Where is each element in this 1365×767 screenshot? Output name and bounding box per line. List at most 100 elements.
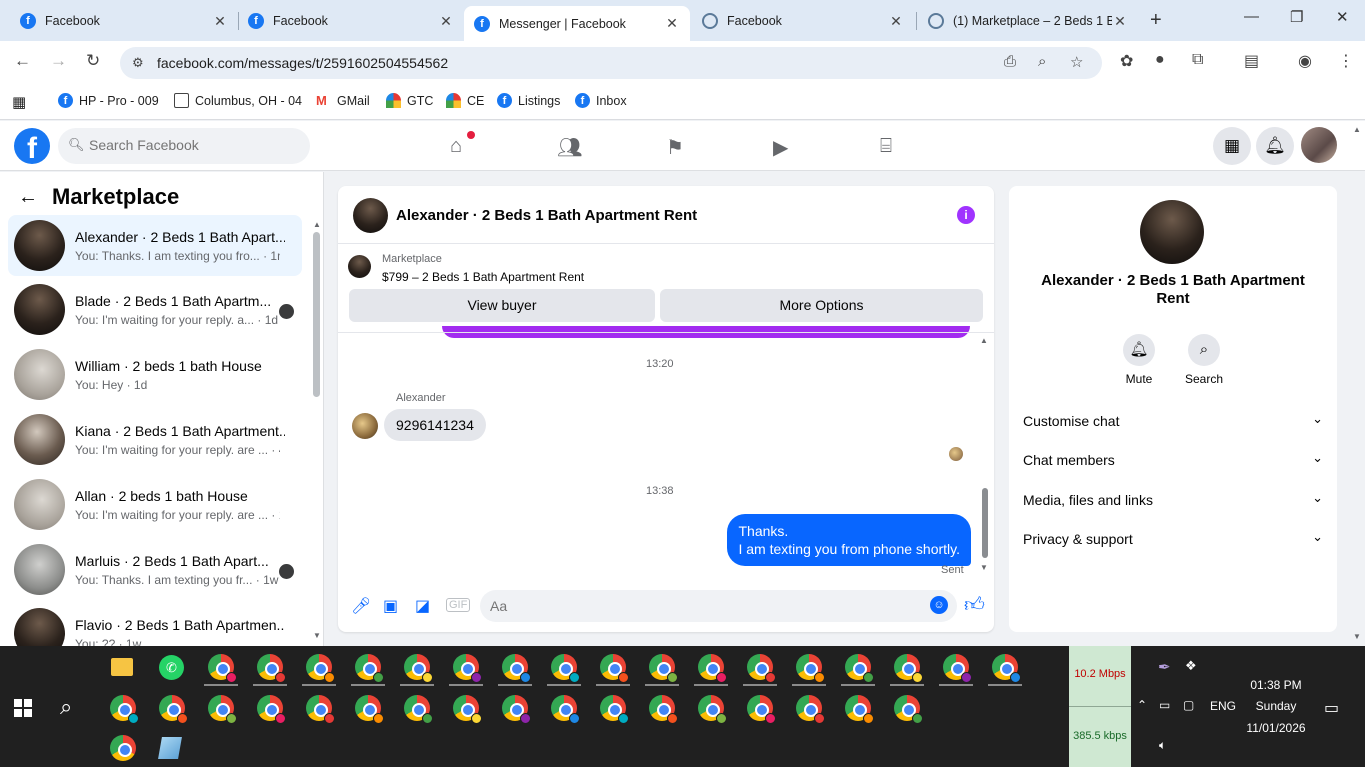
bookmark-item[interactable]: CE: [446, 93, 484, 108]
scroll-up-arrow-icon[interactable]: ▲: [313, 220, 321, 229]
close-tab-icon[interactable]: ✕: [438, 13, 454, 30]
zoom-icon[interactable]: ⌕: [1038, 53, 1046, 70]
volume-icon[interactable]: 🔈︎: [1159, 738, 1166, 753]
site-info-icon[interactable]: ⚙: [132, 55, 144, 71]
home-icon[interactable]: ⌂: [450, 135, 462, 158]
customise-chat-section[interactable]: Customise chat ⌄: [1023, 404, 1323, 440]
search-conversation-button[interactable]: ⌕ Search: [1174, 334, 1234, 386]
message-input[interactable]: [480, 590, 957, 622]
chrome-profile-icon[interactable]: [110, 735, 136, 761]
more-options-button[interactable]: More Options: [660, 289, 983, 322]
chrome-profile-icon[interactable]: [551, 695, 580, 724]
whatsapp-icon[interactable]: ✆: [159, 655, 184, 680]
chrome-profile-icon[interactable]: [894, 654, 923, 683]
chrome-profile-icon[interactable]: [649, 654, 678, 683]
microphone-icon[interactable]: 🎤︎: [351, 596, 371, 616]
search-input[interactable]: [89, 137, 289, 153]
chrome-profile-icon[interactable]: [208, 695, 237, 724]
close-tab-icon[interactable]: ✕: [888, 13, 904, 30]
browser-tab[interactable]: (1) Marketplace – 2 Beds 1 Ba ✕: [918, 5, 1138, 37]
clock-day[interactable]: Sunday: [1236, 699, 1316, 713]
chrome-profile-icon[interactable]: [404, 654, 433, 683]
apps-grid-icon[interactable]: ▦: [12, 93, 26, 111]
sender-avatar[interactable]: [352, 413, 378, 439]
gif-icon[interactable]: GIF: [446, 598, 471, 612]
privacy-support-section[interactable]: Privacy & support ⌄: [1023, 522, 1323, 558]
chrome-profile-icon[interactable]: [159, 695, 188, 724]
clock-time[interactable]: 01:38 PM: [1236, 678, 1316, 692]
messages-scrollbar[interactable]: [982, 488, 988, 558]
info-icon[interactable]: i: [957, 206, 975, 224]
profile-icon[interactable]: ◉: [1298, 51, 1312, 71]
facebook-logo-icon[interactable]: f: [14, 128, 50, 165]
account-avatar[interactable]: [1301, 127, 1337, 163]
quill-tray-icon[interactable]: ✒: [1158, 658, 1171, 676]
friends-icon[interactable]: 👥︎: [557, 135, 582, 160]
media-files-links-section[interactable]: Media, files and links ⌄: [1023, 483, 1323, 519]
chrome-profile-icon[interactable]: [992, 654, 1021, 683]
chrome-profile-icon[interactable]: [110, 695, 139, 724]
notepad-icon[interactable]: [158, 737, 182, 759]
marketplace-icon[interactable]: ⌸: [880, 135, 892, 158]
chat-list-item[interactable]: Blade · 2 Beds 1 Bath Apartm... You: I'm …: [8, 279, 302, 340]
bookmark-item[interactable]: f HP - Pro - 009: [58, 93, 159, 108]
page-scroll-down-icon[interactable]: ▼: [1353, 632, 1361, 641]
chrome-profile-icon[interactable]: [453, 695, 482, 724]
chrome-profile-icon[interactable]: [257, 695, 286, 724]
address-bar[interactable]: ⚙ facebook.com/messages/t/25916025045545…: [120, 47, 1102, 79]
network-icon[interactable]: ▢: [1183, 698, 1194, 712]
chrome-profile-icon[interactable]: [649, 695, 678, 724]
extensions-puzzle-icon[interactable]: ⧉: [1192, 51, 1203, 69]
chat-info-avatar[interactable]: [1140, 200, 1204, 264]
chrome-profile-icon[interactable]: [894, 695, 923, 724]
browser-tab-active[interactable]: f Messenger | Facebook ✕: [464, 6, 690, 41]
chrome-profile-icon[interactable]: [502, 654, 531, 683]
scroll-down-arrow-icon[interactable]: ▼: [980, 563, 988, 572]
outgoing-message[interactable]: Thanks. I am texting you from phone shor…: [727, 514, 971, 566]
photo-icon[interactable]: ▣: [383, 596, 398, 616]
close-tab-icon[interactable]: ✕: [212, 13, 228, 30]
minimize-icon[interactable]: —: [1244, 8, 1259, 25]
chrome-profile-icon[interactable]: [698, 654, 727, 683]
mute-button[interactable]: 🔔︎ Mute: [1109, 334, 1169, 386]
menu-grid-icon[interactable]: ▦: [1213, 127, 1251, 165]
chrome-profile-icon[interactable]: [208, 654, 237, 683]
chrome-profile-icon[interactable]: [845, 695, 874, 724]
close-window-icon[interactable]: ✕: [1336, 8, 1349, 26]
reading-list-icon[interactable]: ▤: [1244, 51, 1259, 71]
chat-list-item[interactable]: Flavio · 2 Beds 1 Bath Apartmen... You: ?…: [8, 603, 302, 646]
notifications-bell-icon[interactable]: 🔔︎: [1256, 127, 1294, 165]
chrome-profile-icon[interactable]: [551, 654, 580, 683]
chrome-profile-icon[interactable]: [306, 654, 335, 683]
notifications-center-icon[interactable]: ▭: [1324, 698, 1339, 718]
install-app-icon[interactable]: ⎙: [1004, 53, 1016, 70]
restore-icon[interactable]: ❐: [1290, 8, 1303, 26]
file-explorer-icon[interactable]: [111, 658, 133, 676]
chrome-profile-icon[interactable]: [747, 654, 776, 683]
pages-flag-icon[interactable]: ⚑: [666, 135, 684, 160]
chat-list-item[interactable]: Alexander · 2 Beds 1 Bath Apart... You: T…: [8, 215, 302, 276]
scroll-down-arrow-icon[interactable]: ▼: [313, 631, 321, 640]
close-tab-icon[interactable]: ✕: [1112, 13, 1128, 30]
bookmark-item[interactable]: f Listings: [497, 93, 560, 108]
chrome-profile-icon[interactable]: [943, 654, 972, 683]
page-scroll-up-icon[interactable]: ▲: [1353, 125, 1361, 134]
scroll-up-arrow-icon[interactable]: ▲: [980, 336, 988, 345]
bookmark-item[interactable]: M GMail: [316, 93, 370, 108]
show-hidden-icons-icon[interactable]: ⌃: [1137, 698, 1147, 712]
chat-list-item[interactable]: Kiana · 2 Beds 1 Bath Apartment... You: I…: [8, 409, 302, 470]
back-arrow-icon[interactable]: ←: [18, 186, 38, 209]
bookmark-item[interactable]: f Inbox: [575, 93, 627, 108]
chrome-profile-icon[interactable]: [698, 695, 727, 724]
taskbar-search-icon[interactable]: ⌕: [60, 694, 72, 720]
chat-list-item[interactable]: Allan · 2 beds 1 bath House You: I'm wait…: [8, 474, 302, 535]
extension-icon[interactable]: ✿: [1120, 51, 1133, 71]
sticker-icon[interactable]: ◪: [415, 596, 430, 616]
bookmark-item[interactable]: GTC: [386, 93, 433, 108]
new-tab-icon[interactable]: +: [1150, 9, 1162, 32]
chrome-profile-icon[interactable]: [453, 654, 482, 683]
chrome-profile-icon[interactable]: [796, 654, 825, 683]
windows-start-icon[interactable]: [14, 699, 32, 717]
chrome-profile-icon[interactable]: [306, 695, 335, 724]
video-icon[interactable]: ▶: [773, 135, 788, 160]
